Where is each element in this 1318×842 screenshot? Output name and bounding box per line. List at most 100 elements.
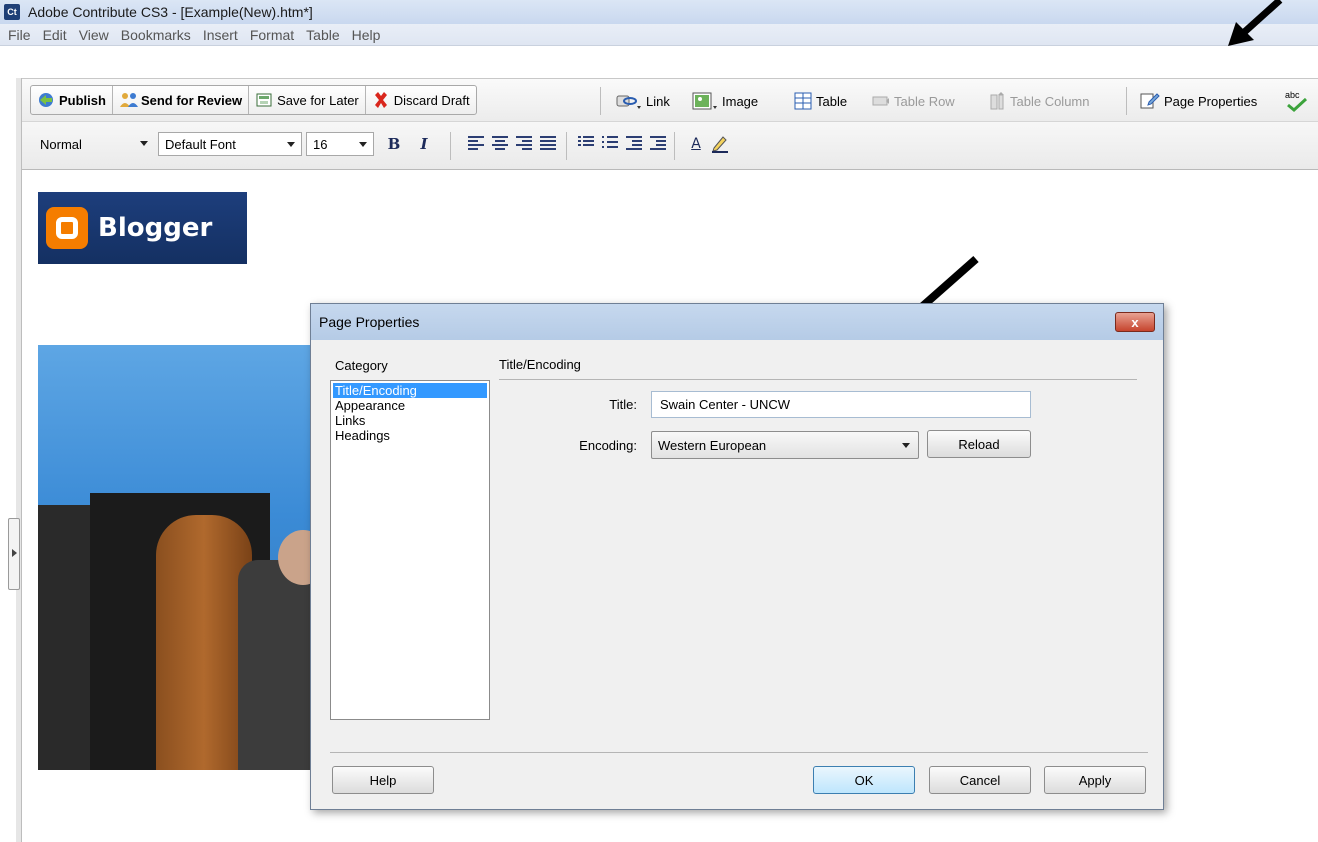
align-right-icon[interactable] bbox=[516, 136, 532, 150]
toolbars: Publish Send for Review Save for Later D… bbox=[22, 78, 1318, 170]
image-button[interactable]: Image bbox=[692, 89, 758, 113]
table-row-label: Table Row bbox=[894, 93, 955, 109]
menu-file[interactable]: File bbox=[2, 27, 37, 43]
font-size-value: 16 bbox=[313, 136, 328, 152]
dialog-close-button[interactable]: x bbox=[1115, 312, 1155, 332]
spell-check-icon: abc bbox=[1284, 90, 1312, 112]
link-label: Link bbox=[646, 93, 670, 109]
page-properties-dialog: Page Properties x Category Title/Encodin… bbox=[310, 303, 1164, 810]
align-center-icon[interactable] bbox=[492, 136, 508, 150]
font-size-select[interactable]: 16 bbox=[306, 132, 374, 156]
publish-label: Publish bbox=[59, 92, 106, 108]
category-item-links[interactable]: Links bbox=[333, 413, 487, 428]
dialog-title: Page Properties bbox=[319, 314, 420, 330]
ok-button[interactable]: OK bbox=[813, 766, 915, 794]
image-icon bbox=[692, 92, 718, 110]
encoding-field-label: Encoding: bbox=[579, 438, 637, 453]
menu-bookmarks[interactable]: Bookmarks bbox=[115, 27, 197, 43]
table-column-button[interactable]: Table Column bbox=[988, 89, 1090, 113]
toolbar-separator bbox=[1126, 87, 1127, 115]
main-toolbar: Publish Send for Review Save for Later D… bbox=[22, 78, 1318, 122]
window-title: Adobe Contribute CS3 - [Example(New).htm… bbox=[28, 4, 313, 20]
category-item-appearance[interactable]: Appearance bbox=[333, 398, 487, 413]
people-icon bbox=[119, 91, 138, 109]
menu-help[interactable]: Help bbox=[346, 27, 387, 43]
menu-format[interactable]: Format bbox=[244, 27, 300, 43]
send-for-review-label: Send for Review bbox=[140, 92, 243, 108]
annotation-arrow-icon bbox=[1228, 0, 1283, 46]
chevron-down-icon bbox=[359, 142, 367, 147]
text-color-button[interactable]: A bbox=[686, 134, 706, 154]
bulleted-list-icon[interactable] bbox=[602, 136, 618, 150]
highlight-color-button[interactable] bbox=[710, 134, 730, 154]
table-column-icon bbox=[988, 92, 1006, 110]
category-item-headings[interactable]: Headings bbox=[333, 428, 487, 443]
align-left-icon[interactable] bbox=[468, 136, 484, 150]
publish-button[interactable]: Publish bbox=[31, 86, 113, 114]
section-heading: Title/Encoding bbox=[499, 357, 581, 372]
chevron-down-icon bbox=[140, 141, 148, 146]
close-icon: x bbox=[1131, 314, 1139, 330]
blogger-logo: Blogger bbox=[38, 192, 247, 264]
category-list[interactable]: Title/Encoding Appearance Links Headings bbox=[330, 380, 490, 720]
photo-shape bbox=[238, 560, 318, 770]
table-button[interactable]: Table bbox=[794, 89, 847, 113]
save-draft-icon bbox=[255, 91, 273, 109]
toolbar-separator bbox=[566, 132, 567, 160]
table-label: Table bbox=[816, 93, 848, 109]
red-x-icon bbox=[372, 91, 390, 109]
paragraph-style-value: Normal bbox=[40, 136, 82, 152]
send-for-review-button[interactable]: Send for Review bbox=[113, 86, 250, 114]
chevron-down-icon bbox=[902, 443, 910, 448]
paragraph-style-select[interactable]: Normal bbox=[34, 132, 154, 156]
link-button[interactable]: Link bbox=[616, 89, 670, 113]
numbered-list-icon[interactable] bbox=[578, 136, 594, 150]
page-properties-button[interactable]: Page Properties bbox=[1140, 89, 1257, 113]
toolbar-separator bbox=[600, 87, 601, 115]
dialog-titlebar: Page Properties x bbox=[311, 304, 1163, 340]
contribute-app-icon: Ct bbox=[4, 4, 20, 20]
outdent-icon[interactable] bbox=[626, 136, 642, 150]
apply-button[interactable]: Apply bbox=[1044, 766, 1146, 794]
indent-icon[interactable] bbox=[650, 136, 666, 150]
encoding-select[interactable]: Western European bbox=[651, 431, 919, 459]
toolbar-separator bbox=[450, 132, 451, 160]
save-for-later-button[interactable]: Save for Later bbox=[249, 86, 366, 114]
page-properties-icon bbox=[1140, 92, 1160, 110]
font-select[interactable]: Default Font bbox=[158, 132, 302, 156]
highlighter-icon bbox=[712, 136, 728, 153]
format-toolbar: Normal Default Font 16 B I A bbox=[22, 122, 1318, 170]
sidebar-splitter-handle[interactable] bbox=[8, 518, 20, 590]
bold-button[interactable]: B bbox=[384, 134, 404, 154]
image-label: Image bbox=[722, 93, 759, 109]
title-input[interactable] bbox=[651, 391, 1031, 418]
check-spelling-button[interactable]: abc bbox=[1284, 89, 1314, 113]
menu-view[interactable]: View bbox=[73, 27, 115, 43]
category-label: Category bbox=[335, 358, 388, 373]
link-icon bbox=[616, 92, 642, 110]
menu-table[interactable]: Table bbox=[300, 27, 345, 43]
cancel-button[interactable]: Cancel bbox=[929, 766, 1031, 794]
reload-button[interactable]: Reload bbox=[927, 430, 1031, 458]
table-row-button[interactable]: Table Row bbox=[872, 89, 955, 113]
page-properties-label: Page Properties bbox=[1164, 93, 1258, 109]
editor-left-border bbox=[16, 78, 22, 842]
category-item-title-encoding[interactable]: Title/Encoding bbox=[333, 383, 487, 398]
encoding-value: Western European bbox=[658, 437, 767, 453]
menu-insert[interactable]: Insert bbox=[197, 27, 244, 43]
font-value: Default Font bbox=[165, 136, 236, 152]
menu-edit[interactable]: Edit bbox=[37, 27, 73, 43]
podium-photo bbox=[38, 345, 318, 770]
align-justify-icon[interactable] bbox=[540, 136, 556, 150]
blogger-logo-text: Blogger bbox=[98, 213, 213, 243]
table-row-icon bbox=[872, 92, 890, 110]
discard-draft-button[interactable]: Discard Draft bbox=[366, 86, 476, 114]
chevron-down-icon bbox=[287, 142, 295, 147]
help-button[interactable]: Help bbox=[332, 766, 434, 794]
toolbar-separator bbox=[674, 132, 675, 160]
discard-draft-label: Discard Draft bbox=[393, 92, 470, 108]
table-icon bbox=[794, 92, 812, 110]
window-titlebar: Ct Adobe Contribute CS3 - [Example(New).… bbox=[0, 0, 1318, 24]
italic-button[interactable]: I bbox=[414, 134, 434, 154]
table-column-label: Table Column bbox=[1010, 93, 1090, 109]
